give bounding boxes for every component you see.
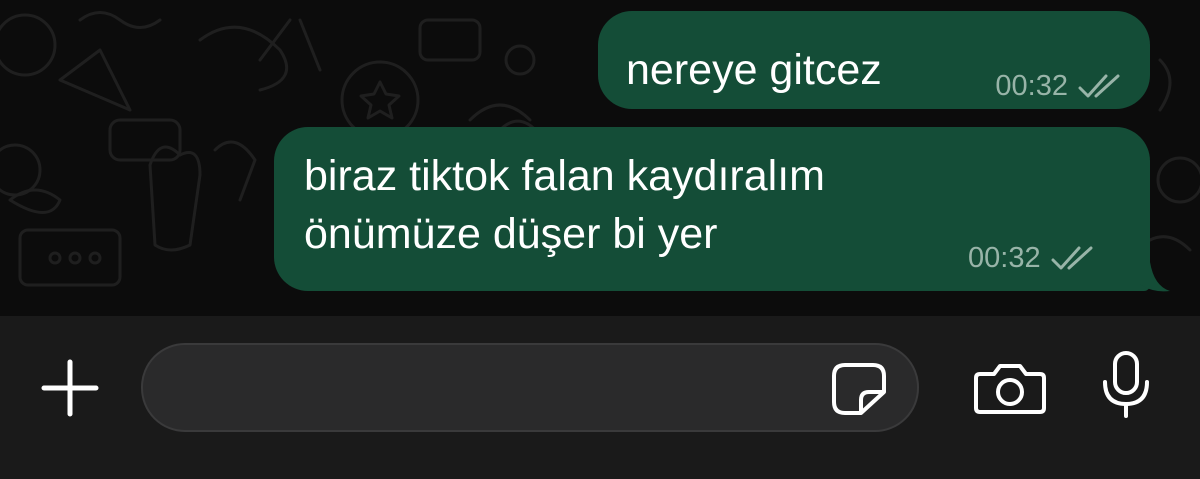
message-meta: 00:32 [968, 241, 1095, 275]
bubble-tail [1140, 262, 1170, 292]
sticker-icon[interactable] [831, 362, 887, 416]
read-receipt-icon [1051, 246, 1093, 270]
message-list[interactable]: nereye gitcez 00:32 biraz tiktok falan k… [0, 0, 1200, 316]
message-input-field[interactable] [141, 343, 919, 432]
camera-icon[interactable] [974, 362, 1046, 414]
message-time: 00:32 [968, 242, 1041, 274]
message-input[interactable] [171, 345, 821, 430]
message-time: 00:32 [995, 70, 1068, 102]
message-text: nereye gitcez [626, 46, 882, 94]
outgoing-message[interactable]: nereye gitcez 00:32 [598, 11, 1150, 109]
message-meta: 00:32 [995, 69, 1122, 103]
read-receipt-icon [1078, 74, 1120, 98]
plus-icon[interactable] [40, 358, 100, 418]
chat-screen: nereye gitcez 00:32 biraz tiktok falan k… [0, 0, 1200, 479]
microphone-icon[interactable] [1100, 350, 1152, 420]
message-text: biraz tiktok falan kaydıralım önümüze dü… [304, 152, 825, 258]
